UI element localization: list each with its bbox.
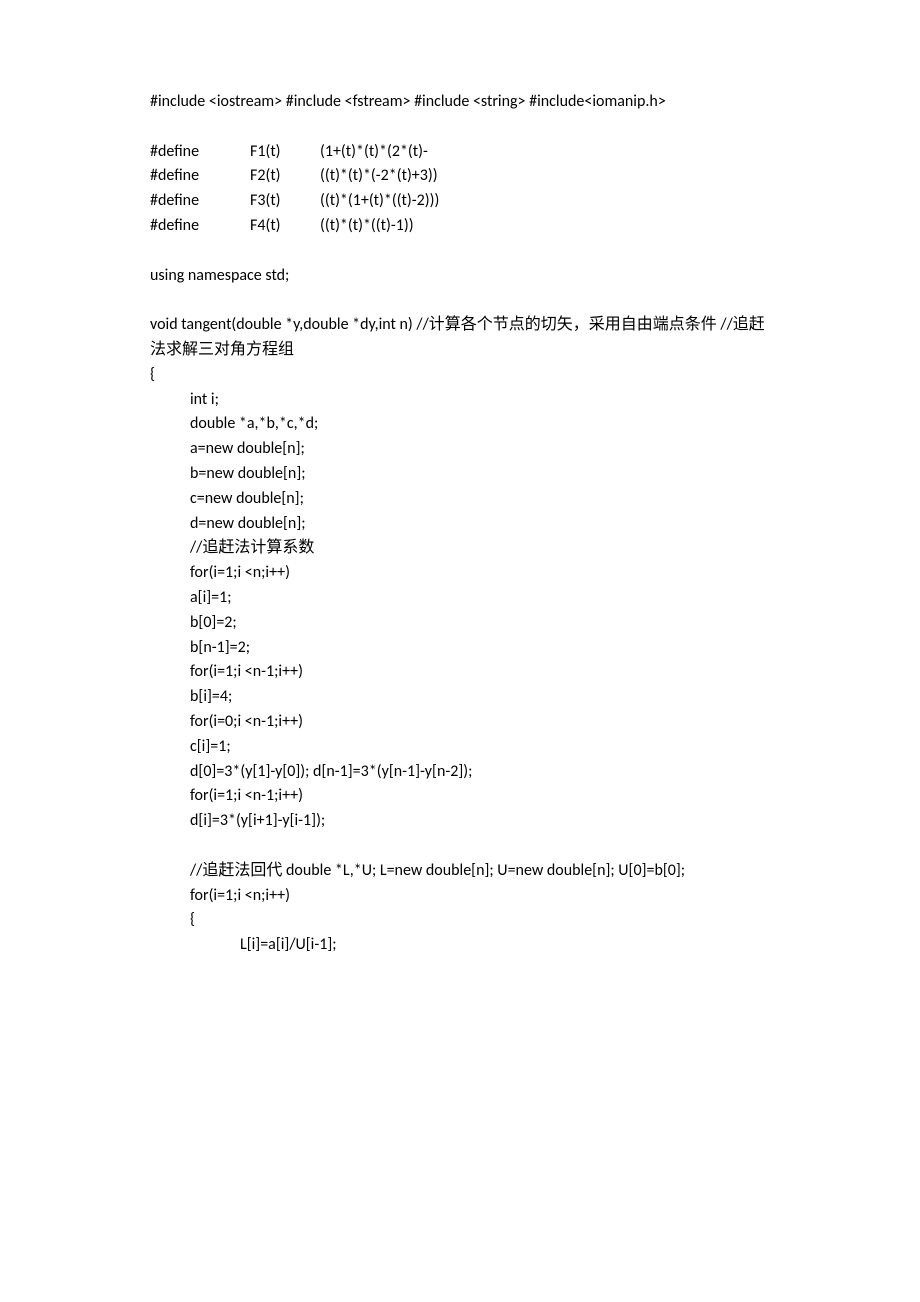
code-line: for(i=1;i <n;i++) [190,884,770,909]
define-keyword: #define [150,164,250,189]
define-block: #define F1(t) (1+(t)*(t)*(2*(t)- #define… [150,140,770,239]
code-line: b[0]=2; [190,611,770,636]
code-line: c[i]=1; [190,735,770,760]
code-line: { [190,908,770,933]
code-line: a[i]=1; [190,586,770,611]
define-body: ((t)*(t)*(-2*(t)+3)) [320,164,770,189]
code-line: L[i]=a[i]/U[i-1]; [240,933,770,958]
blank-line [150,115,770,140]
define-body: ((t)*(1+(t)*((t)-2))) [320,189,770,214]
define-name: F2(t) [250,164,320,189]
fn-decl-comment-cjk: 计算各个节点的切 [429,316,557,333]
comment-post: double *L,*U; L=new double[n]; U=new dou… [282,861,685,880]
code-comment: //追赶法回代 double *L,*U; L=new double[n]; U… [190,859,770,884]
code-line: d[0]=3*(y[1]-y[0]); d[n-1]=3*(y[n-1]-y[n… [190,760,770,785]
code-line: c=new double[n]; [190,487,770,512]
define-row: #define F4(t) ((t)*(t)*((t)-1)) [150,214,770,239]
code-line: double *a,*b,*c,*d; [190,412,770,437]
define-keyword: #define [150,214,250,239]
brace-open: { [150,363,770,388]
define-body: ((t)*(t)*((t)-1)) [320,214,770,239]
code-comment: //追赶法计算系数 [190,536,770,561]
blank-line [190,834,770,859]
define-row: #define F1(t) (1+(t)*(t)*(2*(t)- [150,140,770,165]
blank-line [150,288,770,313]
code-line: a=new double[n]; [190,437,770,462]
define-keyword: #define [150,140,250,165]
define-row: #define F2(t) ((t)*(t)*(-2*(t)+3)) [150,164,770,189]
comment-prefix: // [190,538,202,557]
code-line: b[n-1]=2; [190,636,770,661]
define-body: (1+(t)*(t)*(2*(t)- [320,140,770,165]
code-line: d[i]=3*(y[i+1]-y[i-1]); [190,809,770,834]
fn-body-inner: L[i]=a[i]/U[i-1]; [150,933,770,958]
code-line: d=new double[n]; [190,512,770,537]
comment-prefix: // [190,861,202,880]
blank-line [150,239,770,264]
define-row: #define F3(t) ((t)*(1+(t)*((t)-2))) [150,189,770,214]
code-line: for(i=1;i <n-1;i++) [190,660,770,685]
function-decl: void tangent(double *y,double *dy,int n)… [150,313,770,363]
fn-decl-code: void tangent(double *y,double *dy,int n)… [150,315,429,334]
define-name: F3(t) [250,189,320,214]
code-line: for(i=1;i <n;i++) [190,561,770,586]
code-line: for(i=0;i <n-1;i++) [190,710,770,735]
code-line: int i; [190,388,770,413]
fn-decl-comment-cjk: 矢，采用自由端点条件 [557,316,717,333]
code-line: for(i=1;i <n-1;i++) [190,784,770,809]
include-block: #include <iostream> #include <fstream> #… [150,90,770,115]
define-keyword: #define [150,189,250,214]
code-line: b[i]=4; [190,685,770,710]
comment-cjk: 追赶法计算系数 [202,539,314,556]
fn-body: int i; double *a,*b,*c,*d; a=new double[… [150,388,770,934]
document-page: #include <iostream> #include <fstream> #… [0,0,920,1302]
define-name: F1(t) [250,140,320,165]
define-name: F4(t) [250,214,320,239]
using-line: using namespace std; [150,264,770,289]
fn-decl-mid: // [717,315,733,334]
code-line: b=new double[n]; [190,462,770,487]
comment-cjk: 追赶法回代 [202,862,282,879]
